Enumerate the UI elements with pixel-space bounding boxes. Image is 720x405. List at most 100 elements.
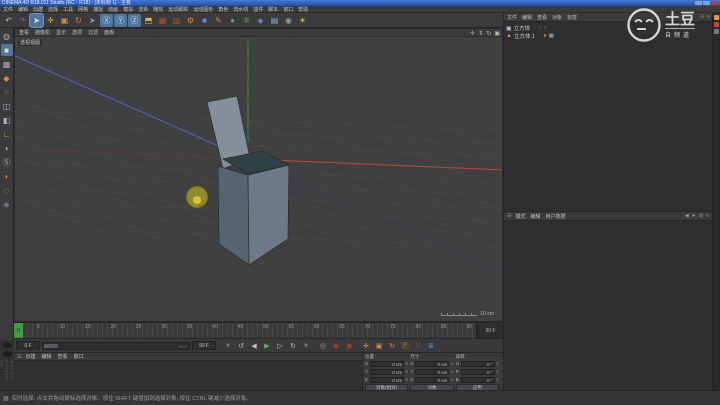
edges-mode-icon[interactable]: ◫ xyxy=(1,100,13,112)
viewport-menu-4[interactable]: 过滤 xyxy=(88,29,98,36)
menu-6[interactable]: 捕捉 xyxy=(93,6,103,13)
polygons-mode-icon[interactable]: ◧ xyxy=(1,114,13,126)
size-field-1[interactable]: Y0 cm⇅ xyxy=(410,368,453,375)
z-axis-lock-icon[interactable]: Ⓩ xyxy=(128,14,141,27)
selection-tag-icon[interactable]: ● xyxy=(543,33,546,39)
move-tool-icon[interactable]: ✛ xyxy=(44,14,57,27)
position-field-2[interactable]: Z0 cm⇅ xyxy=(365,376,408,383)
rotation-field-value-1[interactable]: 0 ° xyxy=(461,369,495,375)
position-field-stepper-0[interactable]: ⇅ xyxy=(405,361,408,366)
render-settings-icon[interactable]: ⚙ xyxy=(184,14,197,27)
next-frame-button[interactable]: ▷ xyxy=(274,340,286,351)
key-position-icon[interactable]: ✛ xyxy=(360,340,372,351)
deformer-icon[interactable]: ◈ xyxy=(254,14,267,27)
redo-icon[interactable]: ↷ xyxy=(16,14,29,27)
size-field-value-1[interactable]: 0 cm xyxy=(415,369,449,375)
workplane-mode-icon[interactable]: ◆ xyxy=(1,72,13,84)
toggle-view-icon[interactable]: ▣ xyxy=(494,30,500,37)
menu-7[interactable]: 动画 xyxy=(108,6,118,13)
position-field-1[interactable]: Y0 cm⇅ xyxy=(365,368,408,375)
object-name[interactable]: 立方体.1 xyxy=(514,32,535,40)
rotate-view-icon[interactable]: ↻ xyxy=(486,30,491,37)
phong-tag-icon[interactable]: ▦ xyxy=(549,33,554,39)
goto-end-button[interactable]: » xyxy=(300,340,312,351)
object-menu-0[interactable]: 文件 xyxy=(507,14,517,21)
x-axis-lock-icon[interactable]: Ⓧ xyxy=(100,14,113,27)
camera-icon[interactable]: ◉ xyxy=(282,14,295,27)
snap-settings-icon[interactable]: Ⓢ xyxy=(1,156,13,168)
zoom-view-icon[interactable]: ⇕ xyxy=(478,30,483,37)
object-name[interactable]: 立方体 xyxy=(514,24,531,32)
menu-9[interactable]: 渲染 xyxy=(138,6,148,13)
menu-1[interactable]: 编辑 xyxy=(18,6,28,13)
object-menu-2[interactable]: 查看 xyxy=(537,14,547,21)
play-button[interactable]: ▶ xyxy=(261,340,273,351)
size-field-2[interactable]: Z0 cm⇅ xyxy=(410,376,453,383)
material-menu-2[interactable]: 查看 xyxy=(58,353,68,360)
layout-tab-icon[interactable] xyxy=(714,29,719,34)
history-back-icon[interactable]: ◀ xyxy=(685,213,689,219)
layout-tab-icon[interactable] xyxy=(714,22,719,27)
menu-11[interactable]: 运动跟踪 xyxy=(168,6,188,13)
rotation-field-stepper-2[interactable]: ⇅ xyxy=(496,377,499,382)
material-menu-3[interactable]: 窗口 xyxy=(74,353,84,360)
render-view-icon[interactable]: ▦ xyxy=(156,14,169,27)
attribute-menu-2[interactable]: 用户数据 xyxy=(546,213,566,220)
record-keyframe-icon[interactable]: ◎ xyxy=(317,340,329,351)
rotation-field-value-0[interactable]: 0 ° xyxy=(461,361,495,367)
make-editable-icon[interactable]: ◍ xyxy=(1,30,13,42)
render-region-icon[interactable]: ▥ xyxy=(170,14,183,27)
attribute-menu-1[interactable]: 编辑 xyxy=(531,213,541,220)
light-icon[interactable]: ☀ xyxy=(296,14,309,27)
timeline-end-field[interactable]: 90 F xyxy=(477,323,503,338)
rotation-field-0[interactable]: H0 °⇅ xyxy=(456,360,499,367)
position-field-stepper-1[interactable]: ⇅ xyxy=(405,369,408,374)
object-menu-1[interactable]: 编辑 xyxy=(522,14,532,21)
undo-icon[interactable]: ↶ xyxy=(2,14,15,27)
key-pla-icon[interactable]: ⁙ xyxy=(412,340,424,351)
object-manager[interactable]: ▣ 立方体 ∶ ✓✓ ▲ 立方体.1 ∶ ● ▦ xyxy=(504,22,713,211)
loop-button[interactable]: ↻ xyxy=(287,340,299,351)
rotation-field-stepper-0[interactable]: ⇅ xyxy=(496,361,499,366)
menu-18[interactable]: 帮助 xyxy=(298,6,308,13)
menu-16[interactable]: 脚本 xyxy=(268,6,278,13)
key-parameter-icon[interactable]: Ⓟ xyxy=(399,340,411,351)
menu-8[interactable]: 模拟 xyxy=(123,6,133,13)
menu-10[interactable]: 雕刻 xyxy=(153,6,163,13)
viewport-menu-5[interactable]: 面板 xyxy=(104,29,114,36)
menu-13[interactable]: 角色 xyxy=(218,6,228,13)
y-axis-lock-icon[interactable]: Ⓨ xyxy=(114,14,127,27)
visibility-dots-icon[interactable]: ∶ xyxy=(534,25,535,31)
menu-14[interactable]: 流水线 xyxy=(233,6,248,13)
timeline-ruler[interactable]: 51015202530354045505560657075808590 xyxy=(23,323,477,338)
enabled-check-icon[interactable]: ✓✓ xyxy=(539,25,549,31)
autokey-icon[interactable]: ◉ xyxy=(330,340,342,351)
viewport-menu-0[interactable]: 查看 xyxy=(19,29,29,36)
goto-start-button[interactable]: « xyxy=(222,340,234,351)
menu-12[interactable]: 运动图形 xyxy=(193,6,213,13)
material-menu-0[interactable]: 创建 xyxy=(25,353,35,360)
menu-0[interactable]: 文件 xyxy=(3,6,13,13)
key-scale-icon[interactable]: ▣ xyxy=(373,340,385,351)
menu-17[interactable]: 窗口 xyxy=(283,6,293,13)
close-button[interactable] xyxy=(711,1,718,5)
coffee-bean-icon[interactable] xyxy=(3,351,12,356)
burger-menu-icon[interactable]: ☰ xyxy=(507,213,511,219)
object-menu-4[interactable]: 标签 xyxy=(567,14,577,21)
position-field-value-2[interactable]: 0 cm xyxy=(370,377,404,383)
menu-2[interactable]: 创建 xyxy=(33,6,43,13)
snap-magnet-icon[interactable]: ◗ xyxy=(1,170,13,182)
axis-mode-icon[interactable]: ∟ xyxy=(1,128,13,140)
points-mode-icon[interactable]: ⁘ xyxy=(1,86,13,98)
subdivision-surface-icon[interactable]: ● xyxy=(226,14,239,27)
live-selection-tool-icon[interactable]: ➤ xyxy=(30,14,43,27)
end-frame-field[interactable]: 90 F xyxy=(192,341,216,350)
size-field-stepper-1[interactable]: ⇅ xyxy=(450,369,453,374)
rotation-field-stepper-1[interactable]: ⇅ xyxy=(496,369,499,374)
position-field-stepper-2[interactable]: ⇅ xyxy=(405,377,408,382)
menu-15[interactable]: 插件 xyxy=(253,6,263,13)
rotation-field-value-2[interactable]: 0 ° xyxy=(461,377,495,383)
locked-workplane-icon[interactable]: ◆ xyxy=(1,198,13,210)
perspective-viewport[interactable]: 查看摄像机显示选项过滤面板 ✛⇕↻▣ 透视视图 10 cm xyxy=(14,28,503,322)
viewport-menu-2[interactable]: 显示 xyxy=(56,29,66,36)
